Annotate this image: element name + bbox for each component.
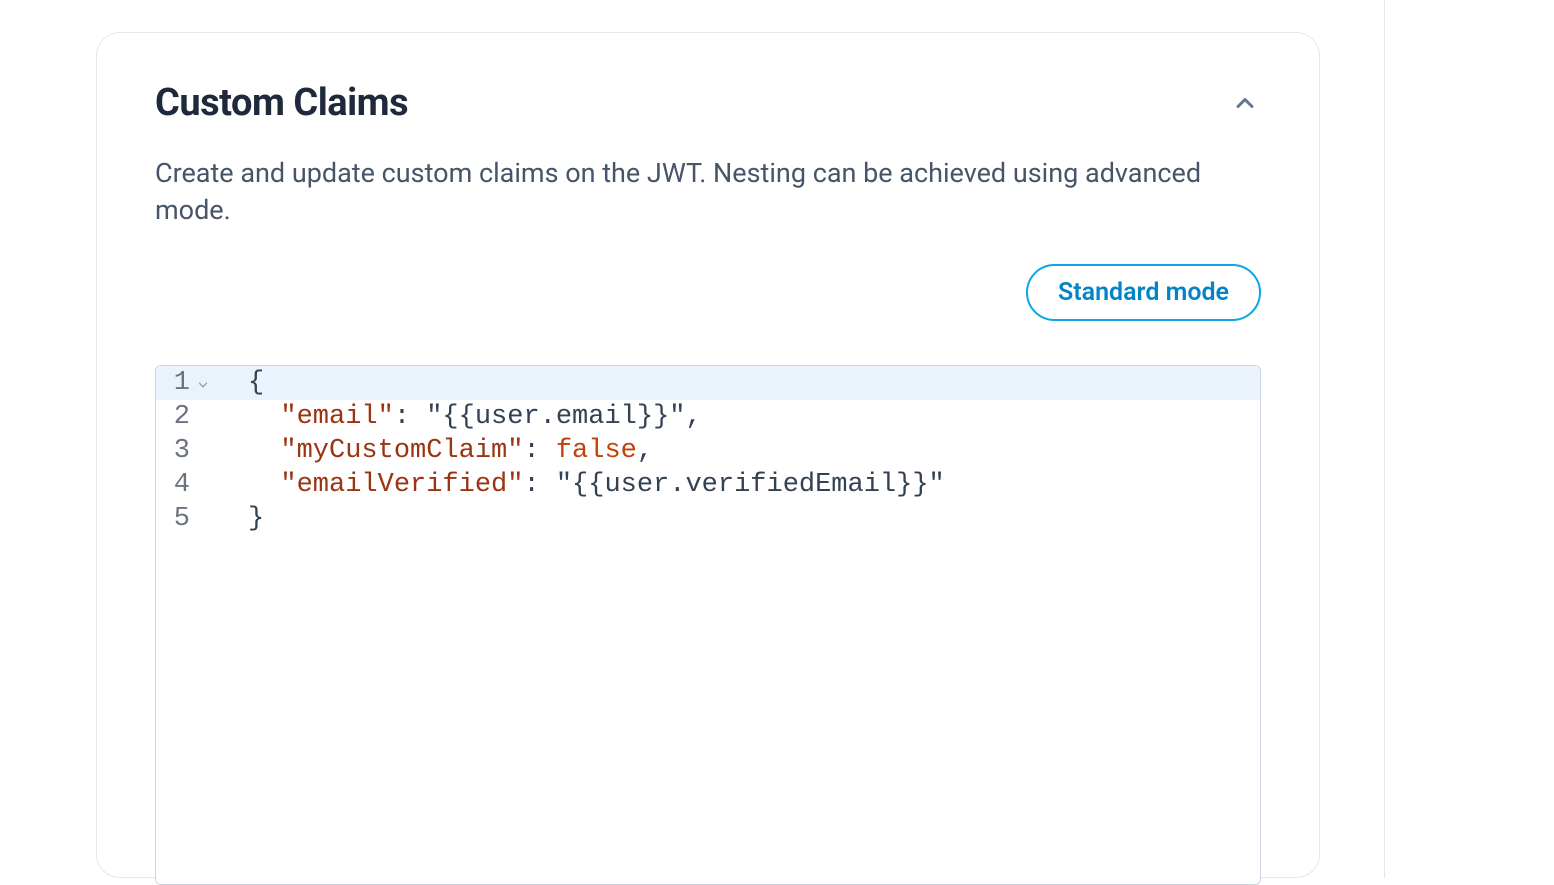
code-token: "email" [280, 400, 393, 434]
code-token: false [556, 434, 637, 468]
card-title: Custom Claims [155, 81, 408, 127]
card-description: Create and update custom claims on the J… [155, 155, 1261, 231]
fold-chevron-down-icon[interactable] [196, 378, 210, 397]
code-line[interactable]: "emailVerified": "{{user.verifiedEmail}}… [236, 468, 1260, 502]
code-token: , [685, 400, 701, 434]
line-number: 3 [172, 434, 190, 468]
gutter-line: 1 [156, 366, 236, 400]
code-token: } [248, 502, 264, 536]
gutter-line: 2 [156, 400, 236, 434]
gutter-line: 5 [156, 502, 236, 536]
code-token: "{{user.verifiedEmail}}" [556, 468, 945, 502]
code-token: "myCustomClaim" [280, 434, 523, 468]
code-token [248, 468, 280, 502]
code-line[interactable]: } [236, 502, 1260, 536]
code-token: , [637, 434, 653, 468]
editor-code-area[interactable]: { "email": "{{user.email}}", "myCustomCl… [236, 366, 1260, 884]
code-line[interactable]: { [236, 366, 1260, 400]
code-token: { [248, 366, 264, 400]
code-token [248, 400, 280, 434]
chevron-up-icon[interactable] [1229, 87, 1261, 119]
standard-mode-button[interactable]: Standard mode [1026, 264, 1261, 321]
code-line[interactable]: "myCustomClaim": false, [236, 434, 1260, 468]
gutter-line: 4 [156, 468, 236, 502]
line-number: 1 [172, 366, 190, 400]
code-token: : [394, 400, 426, 434]
line-number: 5 [172, 502, 190, 536]
line-number: 4 [172, 468, 190, 502]
custom-claims-card: Custom Claims Create and update custom c… [96, 32, 1320, 878]
line-number: 2 [172, 400, 190, 434]
editor-gutter: 12345 [156, 366, 236, 884]
code-token: "{{user.email}}" [426, 400, 685, 434]
code-token [248, 434, 280, 468]
code-token: : [523, 434, 555, 468]
page-container: Custom Claims Create and update custom c… [0, 0, 1385, 878]
code-line[interactable]: "email": "{{user.email}}", [236, 400, 1260, 434]
code-token: : [523, 468, 555, 502]
code-token: "emailVerified" [280, 468, 523, 502]
card-header: Custom Claims [155, 81, 1261, 127]
gutter-line: 3 [156, 434, 236, 468]
code-editor[interactable]: 12345 { "email": "{{user.email}}", "myCu… [155, 365, 1261, 885]
mode-row: Standard mode [155, 264, 1261, 321]
